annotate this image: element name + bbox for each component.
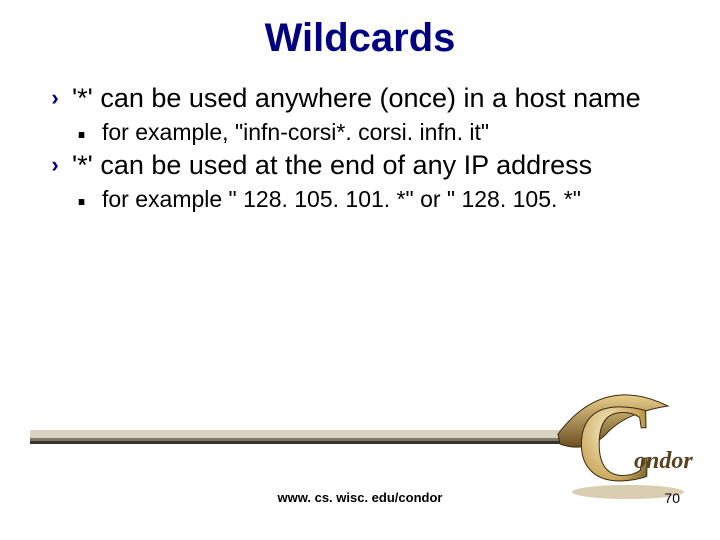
bullet-dot-icon: .: [76, 105, 87, 145]
footer-url: www. cs. wisc. edu/condor: [0, 490, 720, 505]
bullet-2a-text: for example " 128. 105. 101. *" or " 128…: [102, 186, 581, 212]
bullet-1a-text: for example, "infn-corsi*. corsi. infn. …: [102, 119, 489, 145]
logo-text: ondor: [634, 448, 693, 474]
divider-bar: [30, 430, 582, 444]
chevron-icon: ›: [46, 152, 64, 178]
chevron-icon: ›: [46, 85, 64, 111]
condor-logo: C ondor: [548, 384, 708, 504]
page-number: 70: [664, 490, 680, 506]
slide-body: › '*' can be used anywhere (once) in a h…: [0, 61, 720, 214]
bullet-2-text: '*' can be used at the end of any IP add…: [72, 150, 592, 180]
slide: Wildcards › '*' can be used anywhere (on…: [0, 0, 720, 540]
bullet-1-text: '*' can be used anywhere (once) in a hos…: [72, 83, 641, 113]
bullet-dot-icon: .: [76, 172, 87, 212]
bullet-2a: . for example " 128. 105. 101. *" or " 1…: [76, 186, 680, 214]
slide-title: Wildcards: [0, 0, 720, 61]
bullet-1: › '*' can be used anywhere (once) in a h…: [46, 83, 680, 115]
logo-big-c: C: [576, 384, 655, 504]
bullet-2: › '*' can be used at the end of any IP a…: [46, 150, 680, 182]
bullet-1a: . for example, "infn-corsi*. corsi. infn…: [76, 119, 680, 147]
